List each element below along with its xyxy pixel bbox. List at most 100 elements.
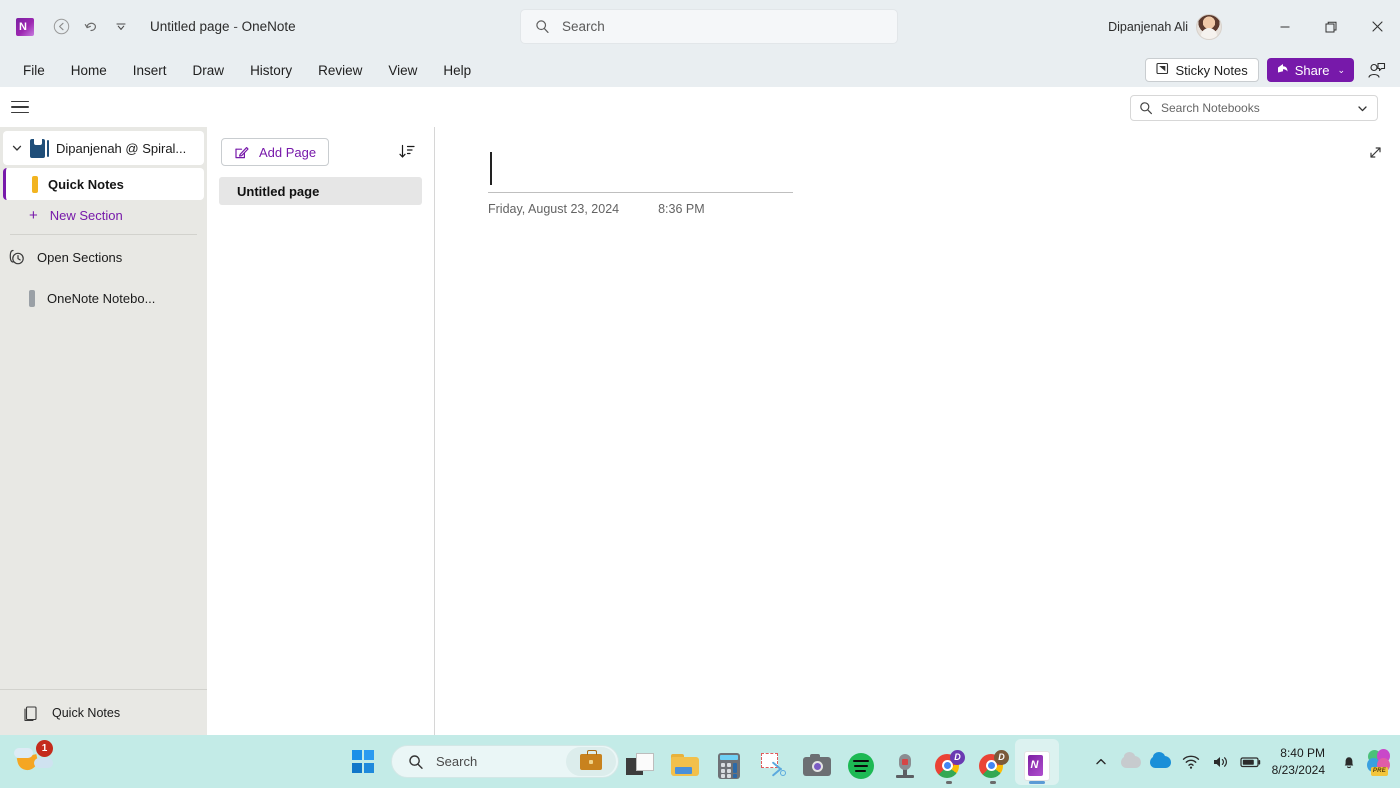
page-title-input[interactable] (488, 150, 793, 192)
account-area[interactable]: Dipanjenah Ali (1108, 14, 1222, 40)
undo-icon[interactable] (76, 12, 106, 42)
tab-help[interactable]: Help (430, 59, 484, 82)
share-label: Share (1295, 63, 1330, 78)
restore-button[interactable] (1308, 7, 1354, 47)
tab-home[interactable]: Home (58, 59, 120, 82)
new-section-button[interactable]: + New Section (0, 200, 207, 230)
pages-icon (22, 705, 39, 722)
avatar[interactable] (1196, 14, 1222, 40)
sort-descending-icon[interactable] (394, 139, 420, 165)
page-date[interactable]: Friday, August 23, 2024 (488, 202, 619, 216)
wifi-icon[interactable] (1176, 743, 1206, 781)
search-icon (535, 19, 550, 34)
account-name: Dipanjenah Ali (1108, 20, 1188, 34)
chevron-down-icon[interactable] (1356, 102, 1369, 115)
page-title: Untitled page (237, 184, 319, 199)
plus-icon: + (29, 208, 38, 223)
tab-insert[interactable]: Insert (120, 59, 180, 82)
taskbar-search-placeholder: Search (436, 754, 477, 769)
search-icon (408, 754, 424, 770)
title-separator: - (233, 19, 238, 34)
windows-taskbar: 1 Search (0, 735, 1400, 788)
taskbar-app-calculator[interactable] (707, 739, 751, 785)
add-page-button[interactable]: Add Page (221, 138, 329, 166)
taskbar-app-snipping-tool[interactable] (751, 739, 795, 785)
title-bar: Untitled page - OneNote Search Dipanjena… (0, 0, 1400, 53)
taskbar-app-chrome-2[interactable]: D (971, 739, 1015, 785)
search-notebooks-input[interactable]: Search Notebooks (1130, 95, 1378, 121)
taskbar-search-input[interactable]: Search (391, 745, 619, 778)
sidebar-item-open-sections[interactable]: Open Sections (0, 239, 207, 275)
note-canvas[interactable]: Friday, August 23, 2024 8:36 PM (435, 127, 1400, 735)
customize-quick-access-icon[interactable] (106, 12, 136, 42)
chevron-up-icon[interactable] (1086, 743, 1116, 781)
chevron-down-icon[interactable] (11, 142, 23, 154)
taskbar-app-chrome-1[interactable]: D (927, 739, 971, 785)
notebook-icon (30, 139, 45, 158)
ribbon-bar: File Home Insert Draw History Review Vie… (0, 53, 1400, 87)
page-time[interactable]: 8:36 PM (658, 202, 705, 216)
minimize-button[interactable] (1262, 7, 1308, 47)
edit-page-icon (234, 145, 249, 160)
sidebar-footer: Quick Notes (0, 689, 207, 735)
bell-icon[interactable] (1334, 743, 1364, 781)
list-item[interactable]: Untitled page (219, 177, 422, 205)
window-title: Untitled page - OneNote (150, 19, 296, 34)
taskbar-app-microphone[interactable] (883, 739, 927, 785)
tab-history[interactable]: History (237, 59, 305, 82)
windows-start-icon[interactable] (341, 740, 385, 784)
sticky-notes-label: Sticky Notes (1176, 63, 1248, 78)
recent-notebook-label: OneNote Notebo... (47, 291, 155, 306)
expand-diagonal-icon[interactable] (1364, 141, 1386, 163)
close-button[interactable] (1354, 7, 1400, 47)
navigation-sidebar: Dipanjenah @ Spiral... Quick Notes + New… (0, 127, 207, 735)
open-sections-label: Open Sections (37, 250, 122, 265)
running-indicator (990, 781, 996, 784)
taskbar-clock[interactable]: 8:40 PM 8/23/2024 (1272, 745, 1325, 777)
file-explorer-icon (670, 751, 700, 781)
copilot-person-icon[interactable] (1362, 57, 1390, 83)
taskbar-app-file-explorer[interactable] (663, 739, 707, 785)
weather-widget[interactable]: 1 (14, 738, 66, 784)
taskbar-app-spotify[interactable] (839, 739, 883, 785)
back-arrow-icon[interactable] (46, 12, 76, 42)
quick-notes-footer-button[interactable]: Quick Notes (0, 690, 207, 736)
notebook-header[interactable]: Dipanjenah @ Spiral... (3, 131, 204, 165)
camera-icon (802, 751, 832, 781)
cloud-grey-icon[interactable] (1116, 743, 1146, 781)
hamburger-menu-icon[interactable] (7, 95, 33, 119)
tray-time: 8:40 PM (1280, 745, 1325, 761)
page-title-area: Friday, August 23, 2024 8:36 PM (488, 150, 793, 216)
global-search[interactable]: Search (520, 9, 898, 44)
taskbar-app-task-view[interactable] (619, 739, 663, 785)
sticky-notes-button[interactable]: Sticky Notes (1145, 58, 1259, 82)
tab-view[interactable]: View (375, 59, 430, 82)
tab-draw[interactable]: Draw (180, 59, 238, 82)
chrome-profile-badge: D (950, 750, 965, 765)
copilot-preview-badge: PRE (1371, 767, 1388, 776)
page-list-toolbar: Add Page (207, 127, 434, 177)
search-icon (1139, 101, 1153, 115)
taskbar-app-onenote[interactable] (1015, 739, 1059, 785)
spotify-icon (846, 751, 876, 781)
search-placeholder: Search (562, 19, 605, 34)
tab-file[interactable]: File (10, 59, 58, 82)
ribbon-tabs: File Home Insert Draw History Review Vie… (10, 59, 484, 82)
recent-clock-icon (8, 248, 27, 267)
copilot-icon[interactable]: PRE (1364, 743, 1394, 781)
app-name: OneNote (242, 19, 296, 34)
tab-review[interactable]: Review (305, 59, 375, 82)
sidebar-item-quick-notes[interactable]: Quick Notes (3, 168, 204, 200)
cloud-blue-icon[interactable] (1146, 743, 1176, 781)
battery-icon[interactable] (1236, 743, 1266, 781)
notebook-name: Dipanjenah @ Spiral... (56, 141, 186, 156)
sidebar-item-onenote-notebook[interactable]: OneNote Notebo... (0, 280, 207, 316)
speaker-icon[interactable] (1206, 743, 1236, 781)
share-button[interactable]: Share ⌄ (1267, 58, 1354, 82)
briefcase-icon[interactable] (566, 747, 616, 776)
taskbar-app-camera[interactable] (795, 739, 839, 785)
taskbar-center: Search (341, 735, 1059, 788)
onenote-logo-icon (16, 18, 34, 36)
add-page-label: Add Page (259, 145, 316, 160)
search-input[interactable]: Search (520, 9, 898, 44)
